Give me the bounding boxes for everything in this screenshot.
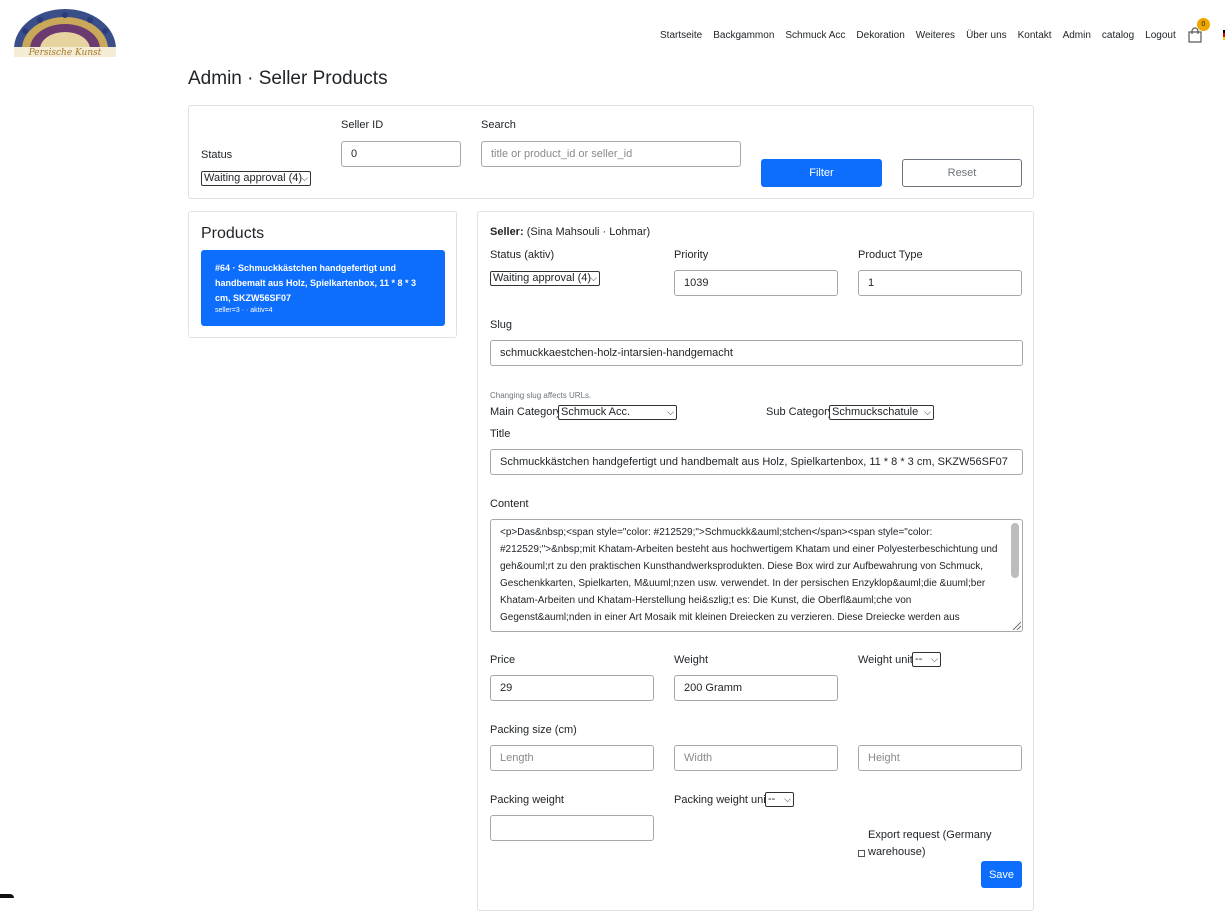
height-input[interactable] (858, 745, 1022, 771)
weight-label: Weight (674, 654, 709, 666)
chevron-down-icon: ⌵ (931, 654, 938, 664)
products-panel: Products #64 · Schmuckkästchen handgefer… (188, 211, 457, 338)
priority-label: Priority (674, 249, 709, 261)
content-textarea[interactable]: <p>Das&nbsp;<span style="color: #212529;… (490, 519, 1023, 632)
content-text: <p>Das&nbsp;<span style="color: #212529;… (500, 527, 998, 623)
sub-category-value: Schmuckschatule (832, 406, 919, 418)
product-type-label: Product Type (858, 249, 923, 261)
main-category-select[interactable]: Schmuck Acc. ⌵ (558, 405, 677, 420)
nav-backgammon[interactable]: Backgammon (713, 30, 774, 41)
nav-startseite[interactable]: Startseite (660, 30, 702, 41)
packing-weight-input[interactable] (490, 815, 654, 841)
search-input[interactable] (481, 141, 741, 167)
chevron-down-icon: ⌵ (301, 173, 308, 183)
reset-button[interactable]: Reset (902, 159, 1022, 187)
product-type-input[interactable] (858, 270, 1022, 296)
filter-panel: Status Waiting approval (4) ⌵ Seller ID … (188, 105, 1034, 199)
site-logo[interactable]: Persische Kunst (10, 9, 120, 58)
chevron-down-icon: ⌵ (784, 794, 791, 804)
product-edit-panel: Seller: (Sina Mahsouli · Lohmar) Status … (477, 211, 1034, 911)
seller-info: Seller: (Sina Mahsouli · Lohmar) (490, 226, 650, 238)
slug-hint: Changing slug affects URLs. (490, 391, 592, 400)
filter-button[interactable]: Filter (761, 159, 882, 187)
title-label: Title (490, 428, 511, 440)
seller-value: (Sina Mahsouli · Lohmar) (526, 226, 651, 238)
status-filter-select[interactable]: Waiting approval (4) ⌵ (201, 171, 311, 186)
slug-label: Slug (490, 319, 513, 331)
price-input[interactable] (490, 675, 654, 701)
packing-weight-unit-value: -- (768, 793, 776, 805)
main-category-value: Schmuck Acc. (561, 406, 631, 418)
nav-catalog[interactable]: catalog (1102, 30, 1134, 41)
cart-button[interactable]: 0 (1187, 18, 1210, 43)
main-category-label: Main Category (490, 406, 562, 418)
packing-size-label: Packing size (cm) (490, 724, 577, 736)
weight-unit-label: Weight unit (858, 654, 913, 666)
chevron-down-icon: ⌵ (667, 407, 674, 417)
content-label: Content (490, 498, 529, 510)
width-input[interactable] (674, 745, 838, 771)
status-filter-label: Status (201, 149, 233, 161)
export-request-checkbox[interactable] (858, 850, 865, 857)
nav-logout[interactable]: Logout (1145, 30, 1176, 41)
nav-dekoration[interactable]: Dekoration (856, 30, 904, 41)
weight-input[interactable] (674, 675, 838, 701)
packing-weight-unit-label: Packing weight unit (674, 794, 769, 806)
product-title: #64 · Schmuckkästchen handgefertigt und … (215, 263, 417, 303)
weight-unit-value: -- (915, 653, 923, 665)
chevron-down-icon: ⌵ (924, 407, 931, 417)
weight-unit-select[interactable]: -- ⌵ (912, 652, 941, 667)
export-request-label-line1: Export request (Germany (868, 829, 992, 841)
title-input[interactable] (490, 449, 1023, 475)
list-item[interactable]: #64 · Schmuckkästchen handgefertigt und … (201, 250, 445, 326)
status-aktiv-select[interactable]: Waiting approval (4) ⌵ (490, 271, 600, 286)
content-scrollbar[interactable] (1011, 523, 1019, 578)
logo-text: Persische Kunst (28, 48, 102, 57)
chevron-down-icon: ⌵ (590, 273, 597, 283)
nav-weiteres[interactable]: Weiteres (916, 30, 955, 41)
status-filter-value: Waiting approval (4) (204, 172, 303, 184)
packing-weight-unit-select[interactable]: -- ⌵ (765, 792, 794, 807)
priority-input[interactable] (674, 270, 838, 296)
main-nav: Startseite Backgammon Schmuck Acc Dekora… (660, 18, 1225, 43)
slug-input[interactable] (490, 340, 1023, 366)
seller-id-input[interactable] (341, 141, 461, 167)
seller-id-label: Seller ID (341, 119, 384, 131)
price-label: Price (490, 654, 516, 666)
product-meta: seller=3 · · aktiv=4 (215, 307, 273, 314)
nav-kontakt[interactable]: Kontakt (1018, 30, 1052, 41)
packing-weight-label: Packing weight (490, 794, 564, 806)
search-label: Search (481, 119, 516, 131)
resize-handle-icon[interactable] (1013, 622, 1021, 630)
nav-ueber-uns[interactable]: Über uns (966, 30, 1007, 41)
nav-schmuck-acc[interactable]: Schmuck Acc (785, 30, 845, 41)
cart-count-badge: 0 (1196, 18, 1210, 31)
length-input[interactable] (490, 745, 654, 771)
status-aktiv-value: Waiting approval (4) (493, 272, 592, 284)
nav-admin[interactable]: Admin (1063, 30, 1091, 41)
status-aktiv-label: Status (aktiv) (490, 249, 555, 261)
save-button[interactable]: Save (981, 861, 1022, 888)
window-corner (0, 894, 14, 898)
page-title: Admin · Seller Products (188, 68, 388, 89)
products-heading: Products (201, 225, 265, 242)
sub-category-select[interactable]: Schmuckschatule ⌵ (829, 405, 934, 420)
export-request-label-line2: warehouse) (868, 846, 926, 858)
seller-label: Seller: (490, 226, 524, 238)
sub-category-label: Sub Category (766, 406, 834, 418)
